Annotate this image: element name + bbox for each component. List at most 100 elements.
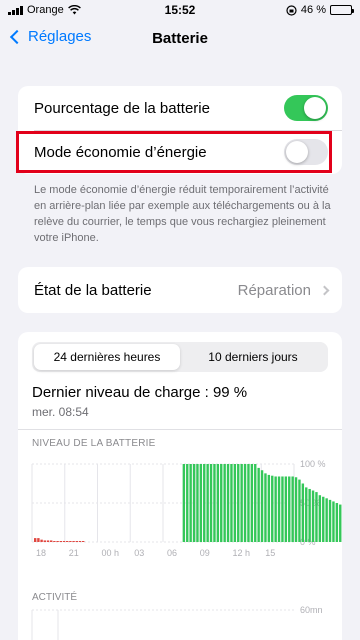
battery-level-bar (332, 501, 335, 542)
battery-level-bar (206, 464, 209, 542)
x-tick-label: 06 (167, 548, 177, 558)
battery-level-bar (186, 464, 189, 542)
battery-level-bar (277, 476, 281, 542)
battery-state-row[interactable]: État de la batterie Réparation (18, 267, 342, 313)
battery-level-bar (288, 476, 291, 542)
tab-10-days[interactable]: 10 derniers jours (180, 344, 326, 370)
chevron-right-icon (319, 285, 330, 295)
activity-max-label: 60mn (300, 605, 323, 615)
battery-level-bar (56, 541, 59, 542)
battery-level-bar (325, 498, 328, 542)
battery-level-heading: NIVEAU DE LA BATTERIE (32, 438, 156, 449)
battery-level-bar (78, 541, 82, 542)
battery-level-bar (199, 464, 203, 542)
battery-level-bar (216, 464, 220, 542)
battery-percent: 46 % (300, 4, 326, 16)
last-charge-level: Dernier niveau de charge : 99 % (32, 384, 248, 401)
y-tick-label: 100 % (300, 459, 326, 469)
status-left: Orange (8, 4, 138, 16)
battery-level-bar (281, 476, 284, 542)
battery-icon (329, 5, 354, 15)
battery-level-bar (213, 464, 216, 542)
battery-level-bar (257, 467, 260, 542)
battery-level-bar (50, 540, 53, 542)
status-bar: Orange 15:52 46 % (0, 0, 360, 20)
x-tick-label: 15 (265, 548, 275, 558)
battery-level-bar (223, 464, 226, 542)
chevron-left-icon (9, 29, 25, 44)
time-range-segmented-control: 24 dernières heures 10 derniers jours (32, 342, 328, 372)
battery-level-bar (182, 464, 186, 542)
battery-level-bar (220, 464, 223, 542)
battery-level-bar (240, 464, 243, 542)
low-power-mode-footnote: Le mode économie d’énergie réduit tempor… (34, 184, 331, 244)
battery-level-chart: 100 %50 %0 %182100 h03060912 h15 (18, 454, 345, 584)
x-tick-label: 18 (36, 548, 46, 558)
battery-level-bar (267, 474, 271, 542)
settings-group: Pourcentage de la batterie Mode économie… (18, 86, 342, 174)
x-tick-label: 00 h (102, 548, 120, 558)
battery-state-right: Réparation (237, 281, 330, 299)
battery-level-bar (192, 464, 196, 542)
battery-level-bar (308, 488, 311, 542)
activity-chart: 60mn (18, 602, 342, 640)
back-button[interactable]: Réglages (8, 28, 91, 45)
tab-24-hours[interactable]: 24 dernières heures (34, 344, 180, 370)
battery-state-label: État de la batterie (34, 281, 152, 299)
battery-usage-card: 24 dernières heures 10 derniers jours De… (18, 332, 345, 640)
battery-level-bar (34, 538, 37, 542)
battery-level-bar (291, 476, 294, 542)
battery-level-bar (274, 476, 277, 542)
battery-level-bar (271, 475, 274, 542)
battery-level-bar (209, 464, 213, 542)
wifi-icon (67, 5, 81, 15)
low-power-mode-row: Mode économie d’énergie (18, 130, 342, 174)
battery-level-bar (250, 464, 254, 542)
battery-level-bar (233, 464, 237, 542)
navigation-bar: Réglages Batterie (0, 20, 360, 56)
battery-level-bar (322, 496, 325, 542)
battery-level-bar (46, 540, 50, 542)
battery-level-bar (72, 541, 75, 542)
battery-level-bar (53, 541, 56, 542)
battery-level-chart-svg: 100 %50 %0 %182100 h03060912 h15 (31, 459, 345, 558)
battery-level-bar (339, 504, 342, 542)
battery-level-bar (311, 490, 315, 542)
battery-level-bar (37, 538, 40, 542)
battery-percentage-row: Pourcentage de la batterie (18, 86, 342, 130)
battery-level-bar (298, 479, 301, 542)
battery-state-group: État de la batterie Réparation (18, 267, 342, 313)
battery-level-bar (82, 541, 85, 542)
x-tick-label: 21 (69, 548, 79, 558)
x-tick-label: 03 (134, 548, 144, 558)
battery-level-bar (247, 464, 250, 542)
battery-level-bar (230, 464, 233, 542)
page-title: Batterie (152, 29, 208, 47)
battery-level-bar (294, 477, 298, 542)
battery-level-bar (301, 483, 305, 542)
battery-level-bar (62, 541, 66, 542)
battery-level-bar (318, 495, 322, 542)
x-tick-label: 09 (200, 548, 210, 558)
battery-level-bar (203, 464, 206, 542)
battery-level-bar (260, 470, 264, 542)
battery-percentage-toggle[interactable] (284, 95, 328, 121)
battery-level-bar (196, 464, 199, 542)
battery-level-bar (59, 541, 62, 542)
orientation-lock-icon (286, 4, 297, 16)
low-power-mode-toggle[interactable] (284, 139, 328, 165)
battery-level-bar (328, 499, 332, 542)
back-label: Réglages (28, 28, 92, 45)
battery-level-bar (305, 487, 308, 542)
battery-state-value: Réparation (237, 281, 311, 299)
battery-level-bar (40, 539, 43, 542)
battery-level-bar (226, 464, 230, 542)
battery-level-bar (75, 541, 78, 542)
clock: 15:52 (164, 3, 196, 17)
toggle-knob (286, 141, 308, 163)
battery-level-bar (264, 473, 267, 542)
cellular-signal-icon (8, 5, 23, 15)
status-right: 46 % (222, 4, 354, 16)
battery-percentage-label: Pourcentage de la batterie (34, 99, 210, 117)
battery-level-bar (43, 540, 46, 542)
